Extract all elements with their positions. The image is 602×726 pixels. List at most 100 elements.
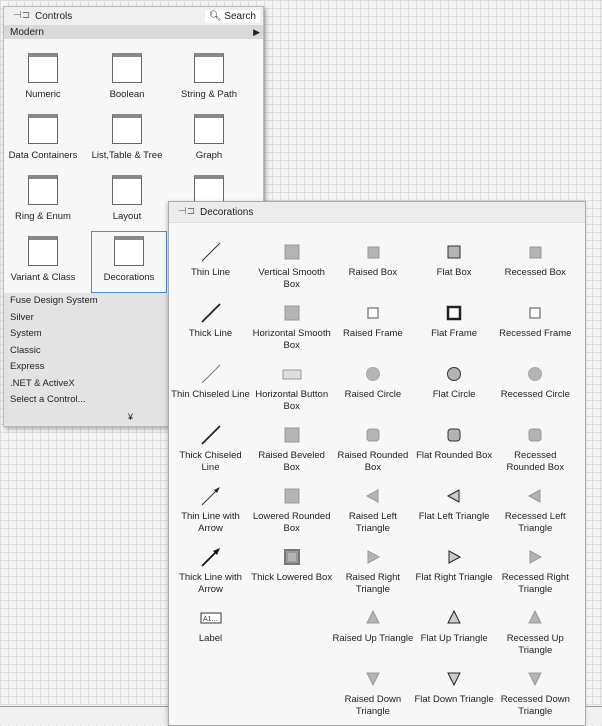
decoration-recessed-circle[interactable]: Recessed Circle <box>495 363 576 401</box>
category-string-path[interactable]: String & Path <box>171 49 247 109</box>
current-palette: Modern <box>10 26 44 38</box>
raised-down-triangle-icon <box>332 668 413 690</box>
decoration-raised-up-triangle[interactable]: Raised Up Triangle <box>332 607 413 645</box>
decoration-label: Recessed Frame <box>499 328 572 339</box>
decoration-thick-line-with-arrow[interactable]: Thick Line with Arrow <box>170 546 251 595</box>
decoration-thick-lowered-box[interactable]: Thick Lowered Box <box>251 546 332 584</box>
thick-line-icon <box>170 302 251 324</box>
recessed-frame-icon <box>495 302 576 324</box>
decoration-recessed-rounded-box[interactable]: Recessed Rounded Box <box>495 424 576 473</box>
search-icon: 🔍︎ <box>208 10 222 22</box>
thick-line-with-arrow-icon <box>170 546 251 568</box>
decoration-label: Thick Lowered Box <box>251 572 333 583</box>
decoration-label: Thin Chiseled Line <box>171 389 250 400</box>
graph-icon <box>194 114 224 144</box>
decoration-flat-right-triangle[interactable]: Flat Right Triangle <box>414 546 495 584</box>
search-label: Search <box>224 10 256 22</box>
decoration-label: Label <box>198 633 223 644</box>
decoration-recessed-box[interactable]: Recessed Box <box>495 241 576 279</box>
decoration-raised-box[interactable]: Raised Box <box>332 241 413 279</box>
decoration-thick-chiseled-line[interactable]: Thick Chiseled Line <box>170 424 251 473</box>
decoration-flat-down-triangle[interactable]: Flat Down Triangle <box>414 668 495 706</box>
raised-frame-icon <box>332 302 413 324</box>
decoration-thick-line[interactable]: Thick Line <box>170 302 251 340</box>
palette-selector[interactable]: Modern ▶ <box>4 25 263 39</box>
decoration-label: Raised Down Triangle <box>344 694 402 717</box>
decoration-label: Horizontal Button Box <box>255 389 329 412</box>
triangle-right-icon[interactable]: ▶ <box>253 27 260 38</box>
recessed-down-triangle-icon <box>495 668 576 690</box>
decoration-flat-box[interactable]: Flat Box <box>414 241 495 279</box>
decoration-label: Flat Box <box>436 267 472 278</box>
thin-line-icon <box>170 241 251 263</box>
decoration-label: Raised Beveled Box <box>258 450 325 473</box>
decoration-horizontal-button-box[interactable]: Horizontal Button Box <box>251 363 332 412</box>
decoration-raised-circle[interactable]: Raised Circle <box>332 363 413 401</box>
expand-more-icon[interactable]: ¥ <box>128 412 133 422</box>
category-numeric[interactable]: Numeric <box>5 49 81 109</box>
flat-down-triangle-icon <box>414 668 495 690</box>
category-list-table-tree[interactable]: List,Table & Tree <box>89 110 165 170</box>
category-label: Numeric <box>25 89 61 100</box>
decoration-lowered-rounded-box[interactable]: Lowered Rounded Box <box>251 485 332 534</box>
decoration-vertical-smooth-box[interactable]: Vertical Smooth Box <box>251 241 332 290</box>
decoration-label: Thick Line with Arrow <box>179 572 242 595</box>
decoration-flat-circle[interactable]: Flat Circle <box>414 363 495 401</box>
decoration-label: Raised Right Triangle <box>345 572 401 595</box>
category-data-containers[interactable]: Data Containers <box>5 110 81 170</box>
flat-circle-icon <box>414 363 495 385</box>
decoration-flat-rounded-box[interactable]: Flat Rounded Box <box>414 424 495 462</box>
decoration-raised-left-triangle[interactable]: Raised Left Triangle <box>332 485 413 534</box>
decoration-thin-line[interactable]: Thin Line <box>170 241 251 279</box>
decoration-label: Recessed Up Triangle <box>506 633 564 656</box>
category-graph[interactable]: Graph <box>171 110 247 170</box>
decoration-flat-frame[interactable]: Flat Frame <box>414 302 495 340</box>
thick-chiseled-line-icon <box>170 424 251 446</box>
horizontal-button-box-icon <box>251 363 332 385</box>
category-layout[interactable]: Layout <box>89 171 165 231</box>
decoration-recessed-left-triangle[interactable]: Recessed Left Triangle <box>495 485 576 534</box>
thin-line-with-arrow-icon <box>170 485 251 507</box>
decoration-raised-rounded-box[interactable]: Raised Rounded Box <box>332 424 413 473</box>
decorations-icon <box>114 236 144 266</box>
decoration-label: Raised Up Triangle <box>332 633 414 644</box>
controls-title-bar[interactable]: ⊣⊐ Controls 🔍︎ Search <box>4 7 263 25</box>
category-boolean[interactable]: Boolean <box>89 49 165 109</box>
decoration-label: Recessed Box <box>504 267 566 278</box>
decoration-flat-up-triangle[interactable]: Flat Up Triangle <box>414 607 495 645</box>
decoration-label: Flat Up Triangle <box>420 633 488 644</box>
decoration-label: Thin Line <box>190 267 231 278</box>
pin-icon[interactable]: ⊣⊐ <box>13 11 30 21</box>
decoration-recessed-up-triangle[interactable]: Recessed Up Triangle <box>495 607 576 656</box>
category-ring-enum[interactable]: Ring & Enum <box>5 171 81 231</box>
decoration-raised-right-triangle[interactable]: Raised Right Triangle <box>332 546 413 595</box>
layout-icon <box>112 175 142 205</box>
raised-right-triangle-icon <box>332 546 413 568</box>
horizontal-smooth-box-icon <box>251 302 332 324</box>
decoration-label: Flat Rounded Box <box>416 450 493 461</box>
search-button[interactable]: 🔍︎ Search <box>204 9 260 23</box>
decoration-raised-down-triangle[interactable]: Raised Down Triangle <box>332 668 413 717</box>
raised-left-triangle-icon <box>332 485 413 507</box>
decoration-flat-left-triangle[interactable]: Flat Left Triangle <box>414 485 495 523</box>
decoration-raised-beveled-box[interactable]: Raised Beveled Box <box>251 424 332 473</box>
decoration-recessed-down-triangle[interactable]: Recessed Down Triangle <box>495 668 576 717</box>
decoration-label: Raised Left Triangle <box>348 511 397 534</box>
pin-icon[interactable]: ⊣⊐ <box>178 207 195 217</box>
category-label: Graph <box>195 150 223 161</box>
decoration-label: Thick Chiseled Line <box>179 450 242 473</box>
decoration-raised-frame[interactable]: Raised Frame <box>332 302 413 340</box>
decoration-label: Flat Left Triangle <box>418 511 490 522</box>
decorations-title-bar[interactable]: ⊣⊐ Decorations <box>169 202 585 223</box>
decoration-thin-line-with-arrow[interactable]: Thin Line with Arrow <box>170 485 251 534</box>
decoration-label: Lowered Rounded Box <box>252 511 331 534</box>
decoration-recessed-right-triangle[interactable]: Recessed Right Triangle <box>495 546 576 595</box>
decoration-recessed-frame[interactable]: Recessed Frame <box>495 302 576 340</box>
flat-right-triangle-icon <box>414 546 495 568</box>
category-decorations[interactable]: Decorations <box>91 231 167 293</box>
decoration-horizontal-smooth-box[interactable]: Horizontal Smooth Box <box>251 302 332 351</box>
decorations-palette: ⊣⊐ Decorations Thin Line Vertical Smooth … <box>168 201 586 726</box>
decoration-label[interactable]: A1... Label <box>170 607 251 645</box>
decoration-thin-chiseled-line[interactable]: Thin Chiseled Line <box>170 363 251 401</box>
category-variant-class[interactable]: Variant & Class <box>5 232 81 292</box>
